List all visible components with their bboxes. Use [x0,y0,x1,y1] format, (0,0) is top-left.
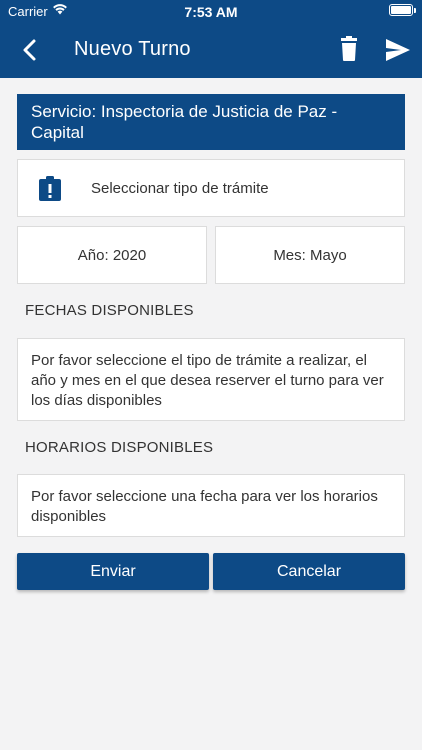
enviar-button[interactable]: Enviar [17,553,209,590]
trash-icon[interactable] [337,36,361,62]
horarios-section-title: HORARIOS DISPONIBLES [25,439,214,456]
send-icon[interactable] [384,37,412,63]
app-header: Carrier 7:53 AM Nuevo Turno [0,0,422,78]
battery-icon [389,4,416,16]
tramite-selector[interactable]: Seleccionar tipo de trámite [17,159,405,217]
year-selector[interactable]: Año: 2020 [17,226,207,284]
service-banner: Servicio: Inspectoria de Justicia de Paz… [17,94,405,150]
fechas-section-title: FECHAS DISPONIBLES [25,302,194,319]
tramite-label: Seleccionar tipo de trámite [91,180,269,197]
cancelar-button[interactable]: Cancelar [213,553,405,590]
nav-bar: Nuevo Turno [0,24,422,76]
month-selector[interactable]: Mes: Mayo [215,226,405,284]
fechas-message: Por favor seleccione el tipo de trámite … [17,338,405,421]
back-chevron-icon[interactable] [16,36,44,64]
horarios-message: Por favor seleccione una fecha para ver … [17,474,405,537]
page-title: Nuevo Turno [74,38,191,60]
clock: 7:53 AM [184,4,238,20]
clipboard-alert-icon [38,176,62,202]
status-bar: Carrier 7:53 AM [0,0,422,22]
